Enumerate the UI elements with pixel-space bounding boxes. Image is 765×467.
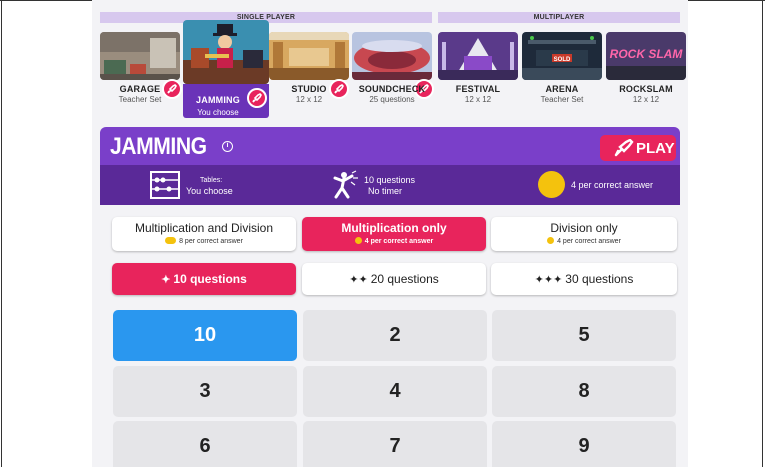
garage-thumbnail [100, 32, 180, 80]
game-info-bar: Tables: You choose 10 questions No timer… [100, 165, 680, 205]
reward-text: 4 per correct answer [571, 180, 654, 190]
table-tile-7[interactable]: 7 [303, 421, 487, 467]
questions-30-button[interactable]: ✦✦✦ 30 questions [491, 263, 677, 295]
stage-sub: 12 x 12 [295, 95, 323, 104]
stage-jamming[interactable]: JAMMING You choose [183, 20, 269, 120]
table-tile-3[interactable]: 3 [113, 366, 297, 417]
coins-icon [165, 237, 177, 244]
rockstar-icon [333, 170, 358, 199]
stage-sub: 12 x 12 [632, 95, 660, 104]
stage-name: JAMMING [196, 95, 240, 105]
stage-garage[interactable]: GARAGE Teacher Set [100, 32, 182, 118]
multiplayer-label: MULTIPLAYER [438, 12, 680, 23]
option-label: Multiplication and Division [134, 221, 274, 235]
timer-value: No timer [368, 186, 403, 196]
coin-icon [538, 171, 565, 198]
questions-label: 20 questions [370, 272, 439, 286]
play-button[interactable]: PLAY [600, 135, 676, 161]
questions-10-button[interactable]: ✦ 10 questions [112, 263, 296, 295]
info-icon[interactable]: i [222, 141, 233, 152]
stage-name: FESTIVAL [455, 84, 501, 94]
game-title: JAMMING [110, 133, 207, 160]
questions-info: 10 questions No timer [330, 165, 450, 205]
stage-name: SOUNDCHECK [358, 84, 426, 94]
window-right-border [762, 0, 763, 467]
reward-info: 4 per correct answer [538, 165, 678, 205]
arena-thumbnail: SOLD [522, 32, 602, 80]
questions-value: 10 questions [364, 175, 416, 185]
rockstars-icon: ✦✦✦ [534, 274, 563, 286]
rockstar-icon: ✦ [161, 274, 171, 286]
coin-icon [354, 237, 362, 244]
stage-sub: Teacher Set [540, 95, 584, 104]
arena-sign-text: SOLD [554, 57, 571, 63]
stage-name: ROCKSLAM [619, 84, 673, 94]
stage-festival[interactable]: FESTIVAL 12 x 12 [438, 32, 518, 118]
option-label: Multiplication only [341, 221, 447, 235]
option-reward: 4 per correct answer [557, 238, 621, 245]
stage-sub: 25 questions [369, 95, 415, 104]
table-tile-4[interactable]: 4 [303, 366, 487, 417]
stage-sub: 12 x 12 [464, 95, 492, 104]
option-reward: 4 per correct answer [364, 238, 434, 245]
studio-thumbnail [269, 32, 349, 80]
stage-name: GARAGE [119, 84, 161, 94]
option-reward: 8 per correct answer [179, 238, 243, 245]
stage-rockslam[interactable]: ROCK SLAM ROCKSLAM 12 x 12 [606, 32, 686, 118]
festival-thumbnail [438, 32, 518, 80]
play-label: PLAY [636, 140, 675, 157]
table-tile-2[interactable]: 2 [303, 310, 487, 361]
stage-sub: Teacher Set [118, 95, 162, 104]
coin-icon [547, 237, 555, 244]
abacus-icon [150, 171, 180, 199]
stage-studio[interactable]: STUDIO 12 x 12 [269, 32, 349, 118]
stage-arena[interactable]: SOLD ARENA Teacher Set [522, 32, 602, 118]
game-setup-panel: SINGLE PLAYER MULTIPLAYER GARAGE Teacher… [92, 0, 688, 467]
tables-label: Tables: [200, 177, 223, 184]
questions-label: 30 questions [565, 272, 634, 286]
game-header: JAMMING i PLAY [100, 127, 680, 165]
jamming-thumbnail [183, 20, 269, 84]
rockslam-thumbnail: ROCK SLAM [606, 32, 686, 80]
option-multiplication-only[interactable]: Multiplication only 4 per correct answer [302, 217, 486, 251]
rockstars-icon: ✦✦ [349, 274, 368, 286]
table-tile-10[interactable]: 10 [113, 310, 297, 361]
tables-info: Tables: You choose [150, 165, 270, 205]
table-tile-8[interactable]: 8 [492, 366, 676, 417]
table-tile-6[interactable]: 6 [113, 421, 297, 467]
option-multiplication-and-division[interactable]: Multiplication and Division 8 per correc… [112, 217, 296, 251]
stage-name: STUDIO [291, 84, 327, 94]
option-label: Division only [550, 221, 618, 235]
option-division-only[interactable]: Division only 4 per correct answer [491, 217, 677, 251]
soundcheck-thumbnail [352, 32, 432, 80]
tables-value: You choose [186, 186, 233, 196]
window-left-border [1, 0, 2, 467]
questions-label: 10 questions [173, 272, 247, 286]
stage-sub: You choose [197, 108, 239, 117]
stage-soundcheck[interactable]: SOUNDCHECK 25 questions [352, 32, 434, 118]
stage-name: ARENA [545, 84, 579, 94]
table-tile-9[interactable]: 9 [492, 421, 676, 467]
rockslam-logo: ROCK SLAM [610, 47, 684, 61]
table-tile-5[interactable]: 5 [492, 310, 676, 361]
guitar-icon [614, 139, 634, 157]
questions-20-button[interactable]: ✦✦ 20 questions [302, 263, 486, 295]
